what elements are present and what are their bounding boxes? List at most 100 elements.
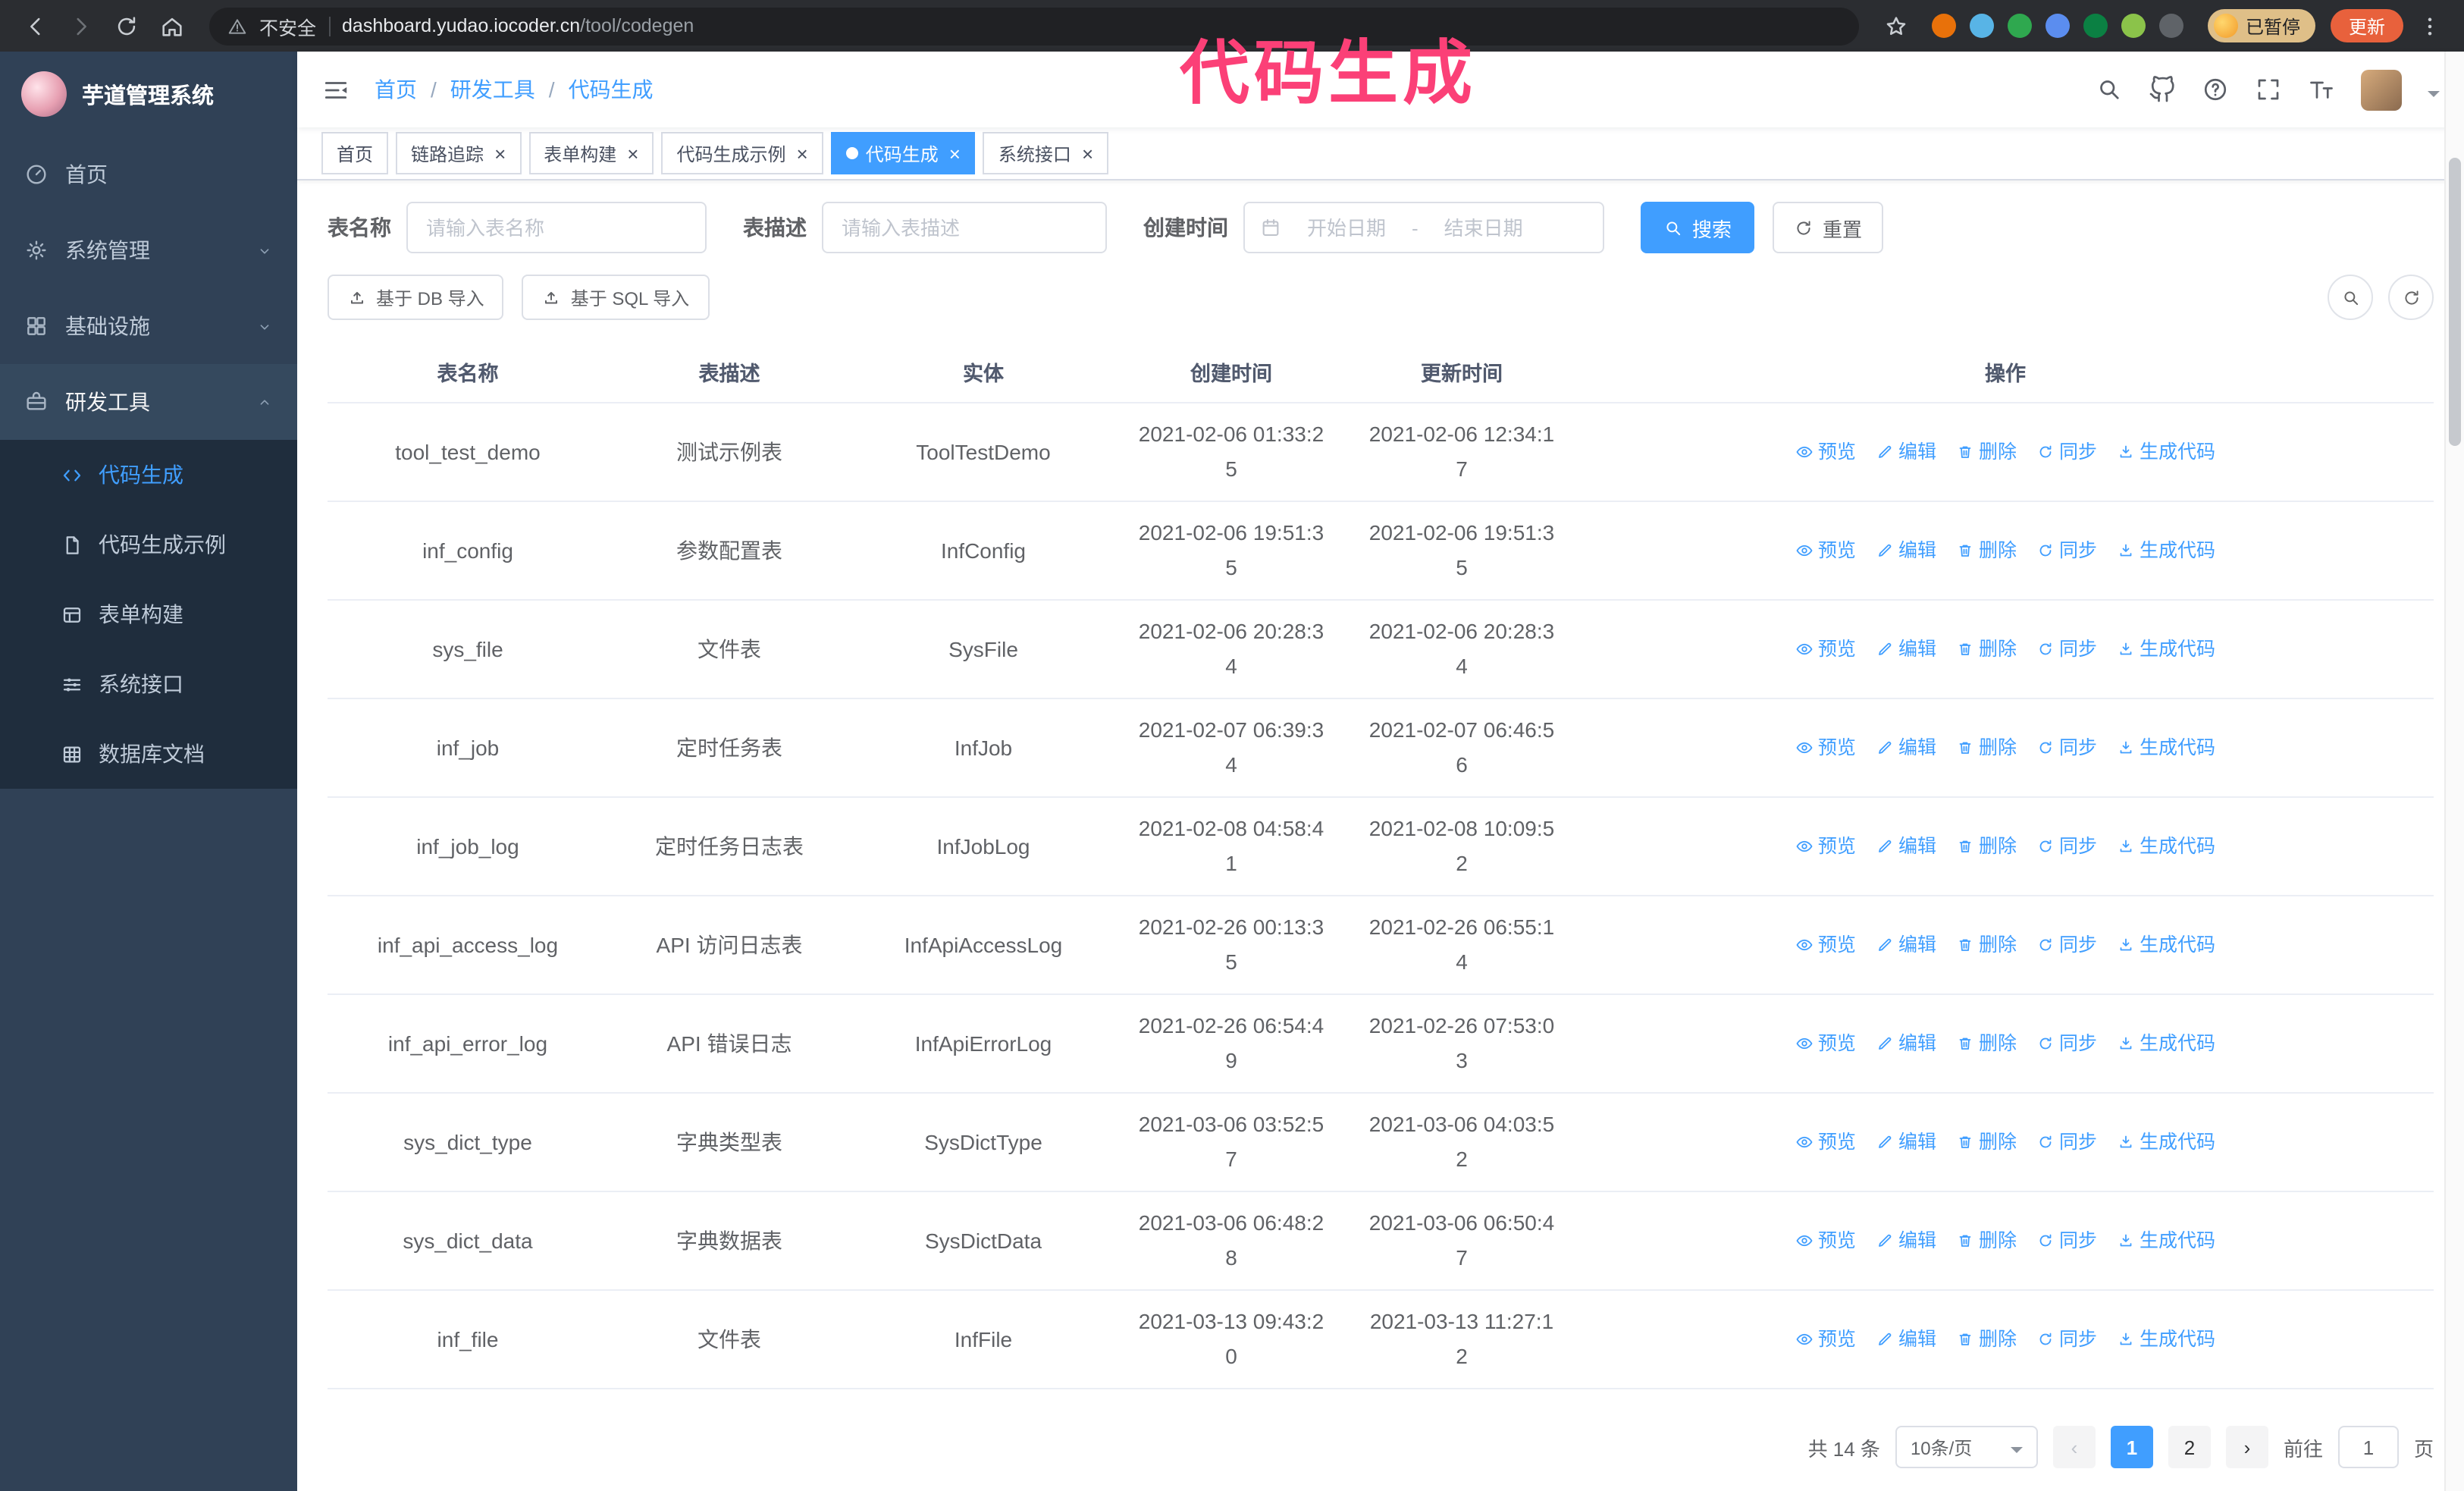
sync-link[interactable]: 同步 — [2036, 533, 2097, 568]
delete-link[interactable]: 删除 — [1956, 1223, 2017, 1258]
extension-icon[interactable] — [2158, 14, 2183, 38]
sync-link[interactable]: 同步 — [2036, 1125, 2097, 1160]
generate-code-link[interactable]: 生成代码 — [2117, 1125, 2215, 1160]
browser-menu-button[interactable] — [2409, 6, 2449, 46]
preview-link[interactable]: 预览 — [1795, 533, 1856, 568]
preview-link[interactable]: 预览 — [1795, 1322, 1856, 1357]
sync-link[interactable]: 同步 — [2036, 632, 2097, 667]
browser-update-button[interactable]: 更新 — [2330, 9, 2403, 42]
sidebar-item-api[interactable]: 系统接口 — [0, 649, 297, 719]
sidebar-item-infrastructure[interactable]: 基础设施 — [0, 288, 297, 364]
sidebar-item-codegen-example[interactable]: 代码生成示例 — [0, 510, 297, 579]
tab-trace[interactable]: 链路追踪 × — [396, 132, 522, 174]
page-button-2[interactable]: 2 — [2168, 1426, 2211, 1468]
edit-link[interactable]: 编辑 — [1876, 1223, 1936, 1258]
generate-code-link[interactable]: 生成代码 — [2117, 1223, 2215, 1258]
breadcrumb-item[interactable]: 首页 — [375, 74, 417, 105]
page-button-1[interactable]: 1 — [2110, 1426, 2153, 1468]
extension-icon[interactable] — [1969, 14, 1994, 38]
help-icon[interactable] — [2202, 76, 2229, 103]
breadcrumb-item[interactable]: 研发工具 — [450, 74, 535, 105]
sync-link[interactable]: 同步 — [2036, 928, 2097, 962]
edit-link[interactable]: 编辑 — [1876, 730, 1936, 765]
preview-link[interactable]: 预览 — [1795, 632, 1856, 667]
address-bar[interactable]: 不安全 dashboard.yudao.iocoder.cn/tool/code… — [209, 7, 1859, 45]
extension-icon[interactable] — [2045, 14, 2070, 38]
sync-link[interactable]: 同步 — [2036, 1322, 2097, 1357]
preview-link[interactable]: 预览 — [1795, 1125, 1856, 1160]
reset-button[interactable]: 重置 — [1773, 202, 1884, 253]
sync-link[interactable]: 同步 — [2036, 1026, 2097, 1061]
preview-link[interactable]: 预览 — [1795, 1223, 1856, 1258]
sidebar-item-dev-tools[interactable]: 研发工具 — [0, 364, 297, 440]
goto-page-input[interactable] — [2337, 1426, 2399, 1468]
tab-codegen[interactable]: 代码生成 × — [830, 132, 976, 174]
edit-link[interactable]: 编辑 — [1876, 1322, 1936, 1357]
preview-link[interactable]: 预览 — [1795, 1026, 1856, 1061]
avatar-caret-down-icon[interactable] — [2428, 90, 2440, 102]
preview-link[interactable]: 预览 — [1795, 730, 1856, 765]
generate-code-link[interactable]: 生成代码 — [2117, 632, 2215, 667]
sidebar-item-system[interactable]: 系统管理 — [0, 212, 297, 288]
sync-link[interactable]: 同步 — [2036, 435, 2097, 469]
tab-api[interactable]: 系统接口 × — [983, 132, 1109, 174]
search-button[interactable]: 搜索 — [1641, 202, 1755, 253]
browser-forward-button[interactable] — [61, 6, 100, 46]
delete-link[interactable]: 删除 — [1956, 1125, 2017, 1160]
github-icon[interactable] — [2149, 76, 2176, 103]
generate-code-link[interactable]: 生成代码 — [2117, 829, 2215, 864]
browser-reload-button[interactable] — [106, 6, 146, 46]
header-search-icon[interactable] — [2096, 76, 2123, 103]
preview-link[interactable]: 预览 — [1795, 928, 1856, 962]
tab-close-icon[interactable]: × — [949, 143, 961, 163]
extension-icon[interactable] — [2083, 14, 2108, 38]
import-db-button[interactable]: 基于 DB 导入 — [328, 275, 504, 320]
edit-link[interactable]: 编辑 — [1876, 632, 1936, 667]
refresh-table-button[interactable] — [2388, 275, 2434, 320]
delete-link[interactable]: 删除 — [1956, 533, 2017, 568]
prev-page-button[interactable]: ‹ — [2052, 1426, 2096, 1468]
app-logo[interactable]: 芋道管理系统 — [0, 52, 297, 137]
sync-link[interactable]: 同步 — [2036, 1223, 2097, 1258]
sidebar-toggle-icon[interactable] — [321, 75, 350, 104]
sidebar-item-form-builder[interactable]: 表单构建 — [0, 579, 297, 649]
delete-link[interactable]: 删除 — [1956, 730, 2017, 765]
date-start-input[interactable] — [1287, 215, 1406, 240]
tab-close-icon[interactable]: × — [797, 143, 808, 163]
generate-code-link[interactable]: 生成代码 — [2117, 928, 2215, 962]
extension-icon[interactable] — [2121, 14, 2146, 38]
delete-link[interactable]: 删除 — [1956, 829, 2017, 864]
tab-home[interactable]: 首页 — [321, 132, 389, 174]
extension-icon[interactable] — [2007, 14, 2032, 38]
scrollbar-thumb[interactable] — [2449, 158, 2461, 446]
tab-codegen-example[interactable]: 代码生成示例 × — [661, 132, 823, 174]
generate-code-link[interactable]: 生成代码 — [2117, 435, 2215, 469]
tab-close-icon[interactable]: × — [494, 143, 506, 163]
extension-icon[interactable] — [1931, 14, 1956, 38]
edit-link[interactable]: 编辑 — [1876, 533, 1936, 568]
table-name-input[interactable] — [406, 202, 707, 253]
bookmark-star-button[interactable] — [1877, 6, 1917, 46]
preview-link[interactable]: 预览 — [1795, 829, 1856, 864]
delete-link[interactable]: 删除 — [1956, 1026, 2017, 1061]
delete-link[interactable]: 删除 — [1956, 1322, 2017, 1357]
generate-code-link[interactable]: 生成代码 — [2117, 730, 2215, 765]
generate-code-link[interactable]: 生成代码 — [2117, 1026, 2215, 1061]
edit-link[interactable]: 编辑 — [1876, 928, 1936, 962]
edit-link[interactable]: 编辑 — [1876, 829, 1936, 864]
tab-close-icon[interactable]: × — [627, 143, 638, 163]
sync-link[interactable]: 同步 — [2036, 829, 2097, 864]
toggle-search-button[interactable] — [2328, 275, 2373, 320]
delete-link[interactable]: 删除 — [1956, 435, 2017, 469]
delete-link[interactable]: 删除 — [1956, 632, 2017, 667]
sidebar-item-db-doc[interactable]: 数据库文档 — [0, 719, 297, 789]
font-size-icon[interactable] — [2308, 76, 2335, 103]
browser-home-button[interactable] — [152, 6, 191, 46]
delete-link[interactable]: 删除 — [1956, 928, 2017, 962]
import-sql-button[interactable]: 基于 SQL 导入 — [522, 275, 710, 320]
tab-close-icon[interactable]: × — [1082, 143, 1093, 163]
sidebar-item-codegen[interactable]: 代码生成 — [0, 440, 297, 510]
preview-link[interactable]: 预览 — [1795, 435, 1856, 469]
page-size-select[interactable]: 10条/页 — [1895, 1426, 2038, 1468]
generate-code-link[interactable]: 生成代码 — [2117, 1322, 2215, 1357]
